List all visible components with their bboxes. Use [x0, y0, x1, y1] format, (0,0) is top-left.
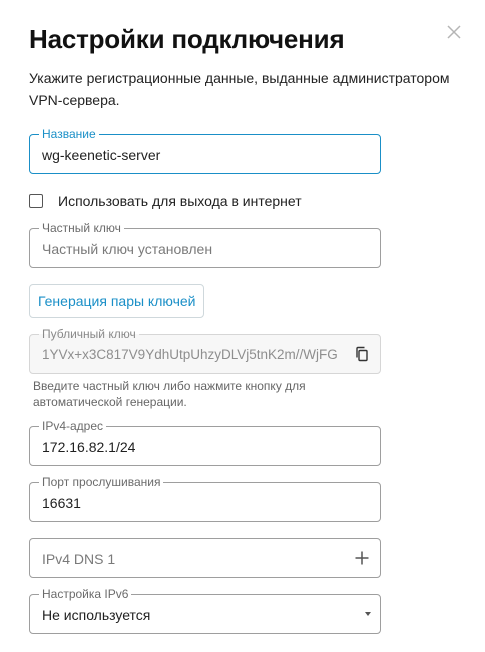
internet-checkbox[interactable]	[29, 194, 43, 208]
ipv4-address-value: 172.16.82.1/24	[42, 439, 136, 455]
public-key-value: 1YVx+x3C817V9YdhUtpUhzyDLVj5tnK2m//WjFG	[42, 347, 338, 362]
ipv6-settings-select[interactable]: Настройка IPv6 Не используется	[29, 586, 381, 634]
ipv6-settings-value: Не используется	[42, 607, 151, 623]
ipv6-settings-label: Настройка IPv6	[39, 586, 132, 602]
name-field-label: Название	[39, 126, 99, 142]
listen-port-label: Порт прослушивания	[39, 474, 164, 490]
name-field-value: wg-keenetic-server	[42, 147, 161, 163]
public-key-label: Публичный ключ	[39, 326, 139, 342]
private-key-field[interactable]: Частный ключ Частный ключ установлен	[29, 220, 381, 268]
name-field[interactable]: Название wg-keenetic-server	[29, 126, 381, 174]
public-key-field: Публичный ключ 1YVx+x3C817V9YdhUtpUhzyDL…	[29, 326, 381, 374]
generate-keys-button[interactable]: Генерация пары ключей	[29, 284, 205, 318]
plus-icon[interactable]	[354, 550, 370, 566]
listen-port-value: 16631	[42, 495, 81, 511]
ipv4-address-field[interactable]: IPv4-адрес 172.16.82.1/24	[29, 418, 381, 466]
public-key-hint: Введите частный ключ либо нажмите кнопку…	[33, 379, 306, 409]
ipv4-dns-field[interactable]: IPv4 DNS 1	[29, 538, 381, 578]
dialog-subtitle: Укажите регистрационные данные, выданные…	[29, 70, 450, 108]
private-key-label: Частный ключ	[39, 220, 124, 236]
listen-port-field[interactable]: Порт прослушивания 16631	[29, 474, 381, 522]
ipv4-dns-placeholder: IPv4 DNS 1	[42, 551, 116, 567]
close-icon[interactable]	[446, 24, 462, 40]
ipv4-address-label: IPv4-адрес	[39, 418, 107, 434]
internet-checkbox-label: Использовать для выхода в интернет	[58, 193, 302, 209]
private-key-placeholder: Частный ключ установлен	[42, 241, 213, 257]
dialog-title: Настройки подключения	[29, 24, 345, 54]
copy-icon[interactable]	[354, 346, 370, 362]
caret-down-icon[interactable]	[365, 612, 371, 616]
internet-checkbox-row[interactable]: Использовать для выхода в интернет	[29, 192, 302, 210]
